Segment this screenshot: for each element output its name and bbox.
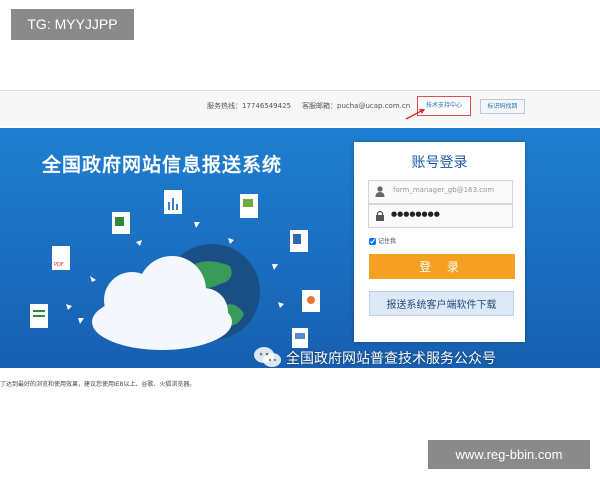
id-recovery-button[interactable]: 标识码找回 <box>480 99 525 114</box>
doc2-file-icon <box>292 328 308 348</box>
banner-title: 全国政府网站信息报送系统 <box>42 154 283 176</box>
login-button[interactable]: 登 录 <box>369 254 515 279</box>
watermark-top-left: TG: MYYJJPP <box>11 9 134 40</box>
wechat-icon <box>254 347 281 367</box>
chart-file-icon <box>164 190 182 214</box>
sheet-file-icon <box>30 304 48 328</box>
svg-text:PDF: PDF <box>54 262 64 268</box>
username-input[interactable] <box>391 185 511 195</box>
login-title: 账号登录 <box>411 155 468 171</box>
service-email[interactable]: 客服邮箱：pucha@ucap.com.cn <box>302 101 410 111</box>
service-hotline: 服务热线：17746549425 <box>207 102 291 110</box>
cloud-globe-illustration: PDF <box>30 190 320 350</box>
password-field[interactable]: ●●●●●●●● <box>368 204 513 228</box>
username-field[interactable] <box>368 180 513 204</box>
excel-file-icon <box>112 212 130 234</box>
ppt-file-icon <box>302 290 320 312</box>
browser-notice: 了达到最好的浏览和使用效果，建议您使用IE8以上、谷歌、火狐浏览器。 <box>0 381 196 388</box>
watermark-bottom-right: www.reg-bbin.com <box>428 440 590 469</box>
wechat-caption: 全国政府网站普查技术服务公众号 <box>286 351 496 367</box>
pdf-file-icon: PDF <box>52 246 70 270</box>
user-icon <box>375 186 385 197</box>
password-input[interactable]: ●●●●●●●● <box>391 210 440 218</box>
word-file-icon <box>290 230 308 252</box>
annotation-arrow-icon <box>405 109 425 120</box>
client-download-button[interactable]: 报送系统客户端软件下载 <box>369 291 514 316</box>
lock-icon <box>376 210 384 221</box>
remember-me-checkbox[interactable]: 记住我 <box>369 236 396 245</box>
remember-label: 记住我 <box>378 238 397 245</box>
remember-checkbox-input[interactable] <box>369 238 376 245</box>
doc-file-icon <box>240 194 258 218</box>
